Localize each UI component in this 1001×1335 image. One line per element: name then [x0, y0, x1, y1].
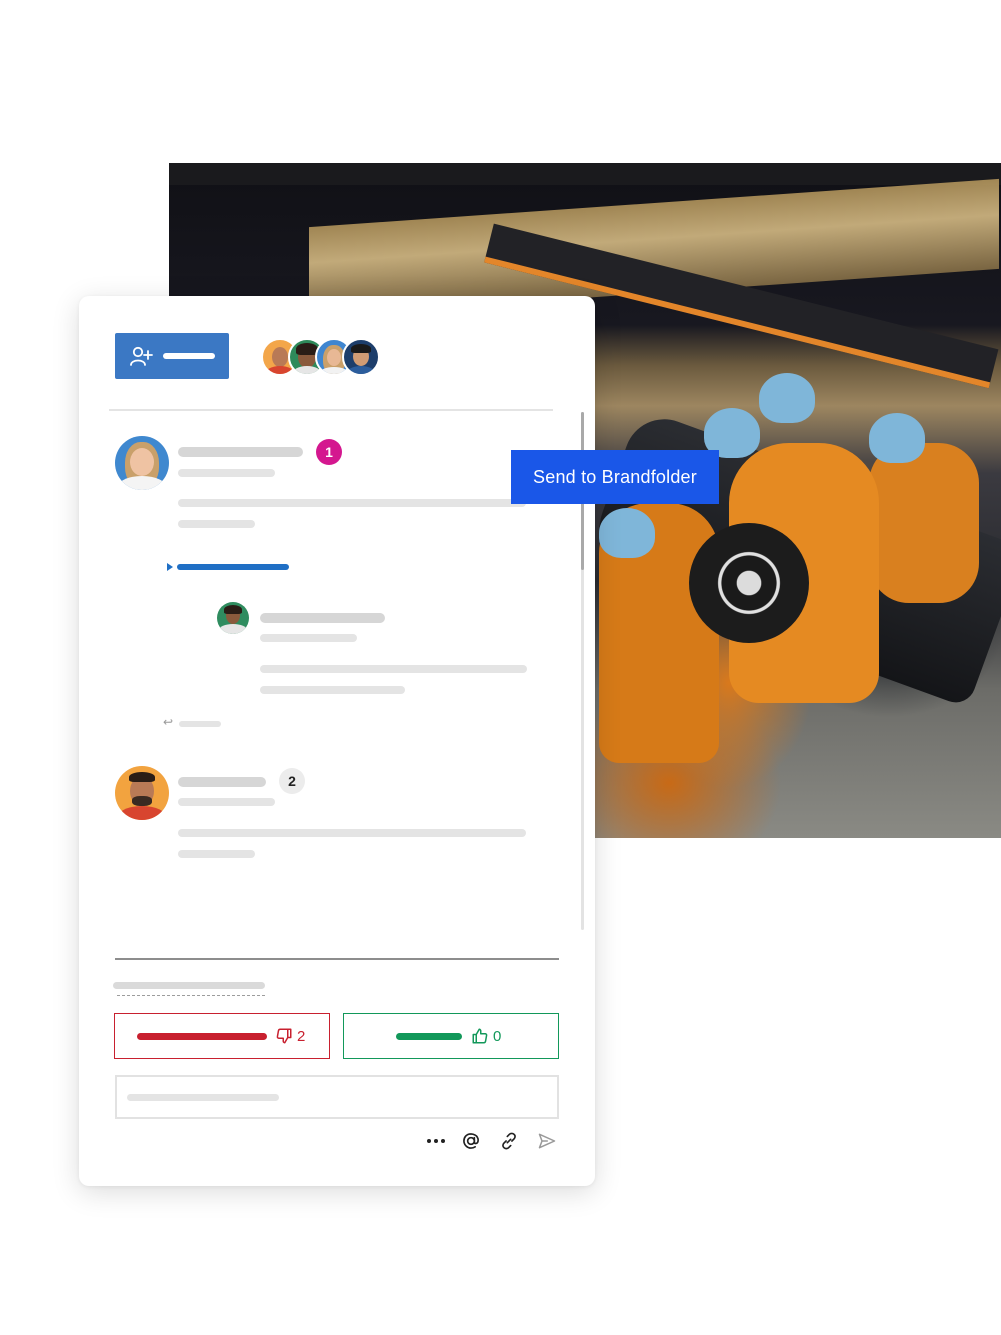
- upvote-label: [396, 1033, 462, 1040]
- comment-text-line: [178, 520, 255, 528]
- add-user-icon: [129, 345, 155, 372]
- reply-timestamp: [260, 634, 357, 642]
- upvote-button[interactable]: 0: [343, 1013, 559, 1059]
- link-icon[interactable]: [497, 1129, 521, 1153]
- downvote-button[interactable]: 2: [114, 1013, 330, 1059]
- comment-text-line: [178, 829, 526, 837]
- thumbs-up-icon: [471, 1027, 489, 1050]
- commenter-name: [178, 777, 266, 787]
- approval-label: [113, 982, 265, 989]
- comment-timestamp: [178, 798, 275, 806]
- reply-text-line: [260, 686, 405, 694]
- reply-author-name: [260, 613, 385, 623]
- invite-user-button[interactable]: [115, 333, 229, 379]
- commenter-name: [178, 447, 303, 457]
- comments-panel: 1 ↩ 2 2 0: [79, 296, 595, 1186]
- upvote-count: 0: [493, 1028, 502, 1045]
- replies-toggle-label: [177, 564, 289, 570]
- comment-input[interactable]: [115, 1075, 559, 1119]
- expand-triangle-icon: [167, 563, 173, 571]
- thumbs-down-icon: [275, 1027, 293, 1050]
- comment-number-badge: 1: [316, 439, 342, 465]
- comment-text-line: [178, 499, 526, 507]
- divider: [109, 409, 553, 411]
- divider: [115, 958, 559, 960]
- more-options-icon[interactable]: [424, 1129, 448, 1153]
- reply-label: [179, 721, 221, 727]
- comment-text-line: [178, 850, 255, 858]
- approval-label-underline: [117, 995, 265, 996]
- commenter-avatar: [115, 436, 169, 490]
- comment-number-badge: 2: [279, 768, 305, 794]
- downvote-count: 2: [297, 1028, 306, 1045]
- commenter-avatar: [115, 766, 169, 820]
- avatar[interactable]: [342, 338, 380, 376]
- invite-label-placeholder: [163, 353, 215, 359]
- downvote-label: [137, 1033, 267, 1040]
- reply-arrow-icon: ↩: [163, 715, 174, 729]
- send-to-brandfolder-button[interactable]: Send to Brandfolder: [511, 450, 719, 504]
- reply-avatar: [217, 602, 249, 634]
- reply-text-line: [260, 665, 527, 673]
- comment-timestamp: [178, 469, 275, 477]
- mention-icon[interactable]: [459, 1129, 483, 1153]
- send-icon[interactable]: [535, 1129, 559, 1153]
